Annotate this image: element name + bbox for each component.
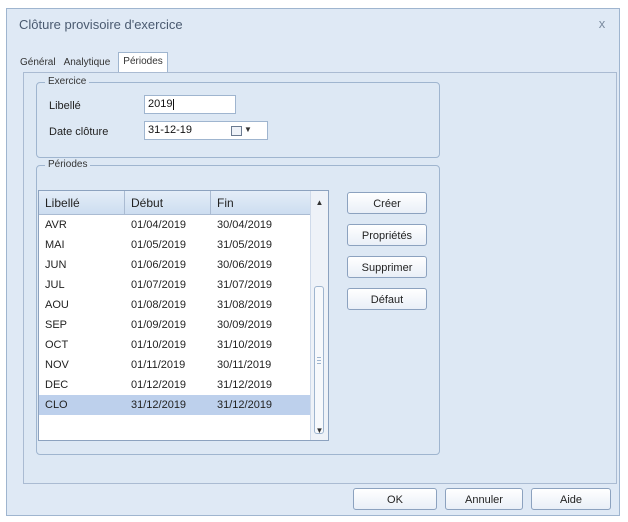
- thumb-grip: [317, 360, 321, 361]
- cell-libelle: CLO: [45, 399, 68, 411]
- dialog-window: Clôture provisoire d'exercice x Général …: [6, 8, 620, 516]
- scroll-down-icon[interactable]: ▼: [311, 422, 328, 439]
- cell-libelle: MAI: [45, 239, 65, 251]
- chevron-down-icon[interactable]: ▼: [244, 125, 252, 134]
- cell-debut: 01/04/2019: [131, 219, 187, 231]
- defaut-button[interactable]: Défaut: [347, 288, 427, 310]
- cell-fin: 30/11/2019: [217, 359, 272, 371]
- periodes-legend: Périodes: [45, 159, 91, 170]
- list-header: Libellé Début Fin: [39, 191, 313, 215]
- column-header-fin[interactable]: Fin: [211, 191, 313, 215]
- tab-general[interactable]: Général: [16, 55, 60, 71]
- cell-libelle: AOU: [45, 299, 69, 311]
- cell-fin: 31/12/2019: [217, 379, 273, 391]
- cell-fin: 31/10/2019: [217, 339, 273, 351]
- table-row[interactable]: CLO 31/12/2019 31/12/2019: [39, 395, 313, 415]
- close-button[interactable]: x: [593, 15, 611, 33]
- scroll-up-icon[interactable]: ▲: [311, 194, 328, 211]
- cell-libelle: DEC: [45, 379, 69, 391]
- cell-debut: 01/08/2019: [131, 299, 187, 311]
- text-caret: [173, 98, 175, 110]
- tab-periodes[interactable]: Périodes: [118, 52, 168, 72]
- ok-button[interactable]: OK: [353, 488, 437, 510]
- cell-libelle: JUN: [45, 259, 67, 271]
- table-row[interactable]: AVR 01/04/2019 30/04/2019: [39, 215, 313, 235]
- cell-libelle: NOV: [45, 359, 69, 371]
- cell-debut: 01/12/2019: [131, 379, 187, 391]
- cell-fin: 31/07/2019: [217, 279, 273, 291]
- cell-debut: 01/10/2019: [131, 339, 187, 351]
- tab-panel-periodes: Exercice Libellé 2019 Date clôture 31-12…: [23, 72, 617, 484]
- table-row[interactable]: JUL 01/07/2019 31/07/2019: [39, 275, 313, 295]
- table-row[interactable]: MAI 01/05/2019 31/05/2019: [39, 235, 313, 255]
- tab-strip: Général Analytique Périodes: [16, 52, 168, 72]
- creer-button[interactable]: Créer: [347, 192, 427, 214]
- cell-debut: 01/09/2019: [131, 319, 187, 331]
- scrollbar-thumb[interactable]: [314, 286, 324, 434]
- cell-debut: 01/05/2019: [131, 239, 187, 251]
- cell-debut: 01/11/2019: [131, 359, 186, 371]
- table-row[interactable]: OCT 01/10/2019 31/10/2019: [39, 335, 313, 355]
- window-title: Clôture provisoire d'exercice: [19, 17, 183, 32]
- libelle-value: 2019: [148, 98, 173, 110]
- aide-button[interactable]: Aide: [531, 488, 611, 510]
- cell-debut: 01/06/2019: [131, 259, 187, 271]
- table-row[interactable]: SEP 01/09/2019 30/09/2019: [39, 315, 313, 335]
- column-header-libelle[interactable]: Libellé: [39, 191, 125, 215]
- cell-fin: 31/08/2019: [217, 299, 273, 311]
- libelle-input[interactable]: 2019: [144, 95, 236, 114]
- cell-libelle: SEP: [45, 319, 68, 331]
- vertical-scrollbar[interactable]: ▲ ▼: [310, 191, 328, 440]
- calendar-icon[interactable]: [231, 126, 242, 136]
- table-row[interactable]: JUN 01/06/2019 30/06/2019: [39, 255, 313, 275]
- thumb-grip: [317, 363, 321, 364]
- libelle-label: Libellé: [49, 100, 81, 112]
- title-bar: Clôture provisoire d'exercice x: [7, 9, 619, 39]
- cell-debut: 31/12/2019: [131, 399, 187, 411]
- annuler-button[interactable]: Annuler: [445, 488, 523, 510]
- thumb-grip: [317, 357, 321, 358]
- date-cloture-value: 31-12-19: [148, 124, 193, 136]
- cell-libelle: AVR: [45, 219, 67, 231]
- date-cloture-label: Date clôture: [49, 126, 109, 138]
- cell-libelle: JUL: [45, 279, 65, 291]
- cell-fin: 30/09/2019: [217, 319, 273, 331]
- cell-fin: 30/06/2019: [217, 259, 273, 271]
- cell-fin: 30/04/2019: [217, 219, 273, 231]
- table-row[interactable]: NOV 01/11/2019 30/11/2019: [39, 355, 313, 375]
- cell-fin: 31/05/2019: [217, 239, 273, 251]
- cell-debut: 01/07/2019: [131, 279, 187, 291]
- table-row[interactable]: DEC 01/12/2019 31/12/2019: [39, 375, 313, 395]
- exercice-group: Exercice Libellé 2019 Date clôture 31-12…: [36, 76, 440, 158]
- table-row[interactable]: AOU 01/08/2019 31/08/2019: [39, 295, 313, 315]
- tab-analytique[interactable]: Analytique: [60, 55, 115, 71]
- supprimer-button[interactable]: Supprimer: [347, 256, 427, 278]
- date-cloture-input[interactable]: 31-12-19 ▼: [144, 121, 268, 140]
- cell-libelle: OCT: [45, 339, 69, 351]
- exercice-legend: Exercice: [45, 76, 90, 87]
- cell-fin: 31/12/2019: [217, 399, 273, 411]
- periodes-list[interactable]: Libellé Début Fin AVR 01/04/2019 30/04/201…: [38, 190, 329, 441]
- proprietes-button[interactable]: Propriétés: [347, 224, 427, 246]
- column-header-debut[interactable]: Début: [125, 191, 211, 215]
